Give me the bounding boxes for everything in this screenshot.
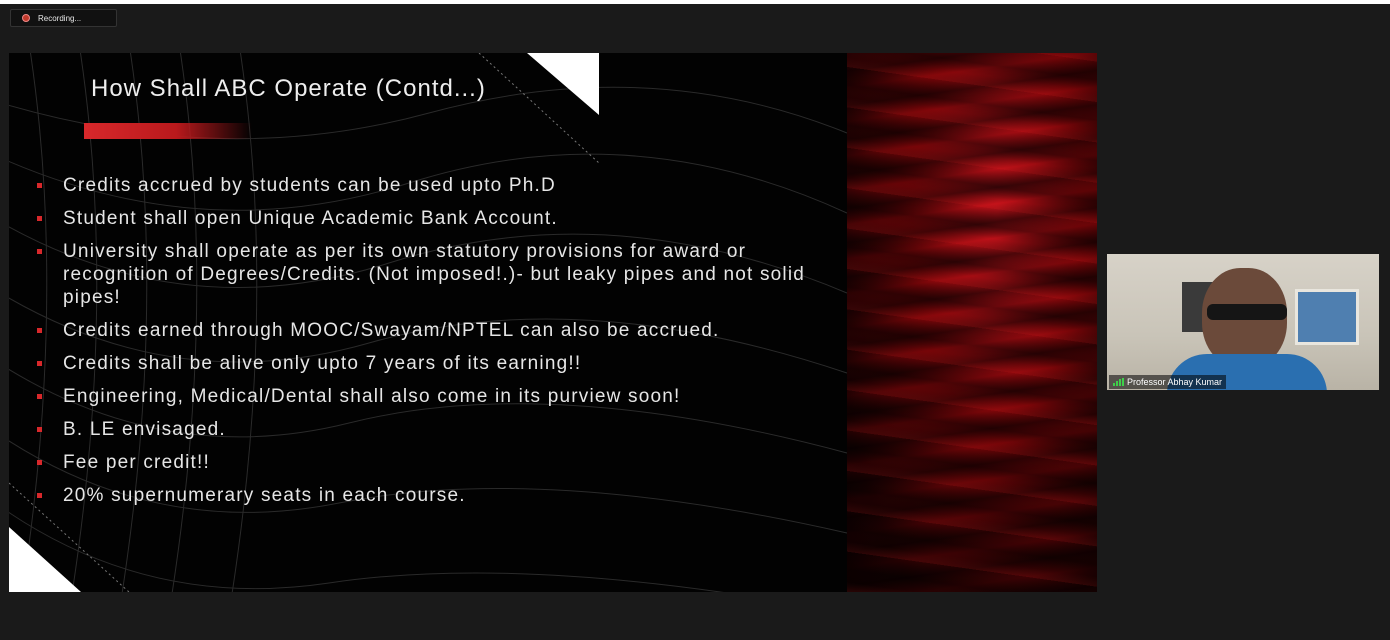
bullet-item: Credits shall be alive only upto 7 years… [35, 352, 835, 375]
white-corner-triangle-top [527, 53, 599, 115]
bullet-marker-icon [37, 427, 42, 432]
bullet-marker-icon [37, 249, 42, 254]
bullet-marker-icon [37, 361, 42, 366]
title-accent-bar [84, 123, 252, 139]
participant-name: Professor Abhay Kumar [1127, 377, 1223, 387]
bullet-item: 20% supernumerary seats in each course. [35, 484, 835, 507]
bullet-marker-icon [37, 328, 42, 333]
bullet-marker-icon [37, 394, 42, 399]
red-curtain-panel [847, 53, 1097, 592]
signal-strength-icon [1113, 378, 1124, 386]
bullet-marker-icon [37, 183, 42, 188]
recording-label: Recording... [38, 13, 82, 23]
bullet-item: Fee per credit!! [35, 451, 835, 474]
bullet-marker-icon [37, 460, 42, 465]
bullet-item: Engineering, Medical/Dental shall also c… [35, 385, 835, 408]
record-icon [22, 14, 30, 22]
bullet-item: B. LE envisaged. [35, 418, 835, 441]
bullet-marker-icon [37, 493, 42, 498]
bullet-item: Credits accrued by students can be used … [35, 174, 835, 197]
participant-name-label: Professor Abhay Kumar [1109, 375, 1227, 389]
participant-glasses [1207, 304, 1287, 320]
window-top-strip [0, 0, 1390, 4]
participant-video-tile[interactable]: Professor Abhay Kumar [1107, 254, 1379, 390]
bullet-item: University shall operate as per its own … [35, 240, 835, 309]
slide-title: How Shall ABC Operate (Contd...) [91, 75, 486, 102]
white-corner-triangle-bottom [9, 527, 81, 592]
video-background-window [1295, 289, 1359, 345]
bullet-marker-icon [37, 216, 42, 221]
shared-screen-slide: How Shall ABC Operate (Contd...) Credits… [9, 53, 1097, 592]
slide-bullet-list: Credits accrued by students can be used … [35, 174, 835, 517]
bullet-item: Credits earned through MOOC/Swayam/NPTEL… [35, 319, 835, 342]
recording-indicator[interactable]: Recording... [10, 9, 117, 27]
bullet-item: Student shall open Unique Academic Bank … [35, 207, 835, 230]
